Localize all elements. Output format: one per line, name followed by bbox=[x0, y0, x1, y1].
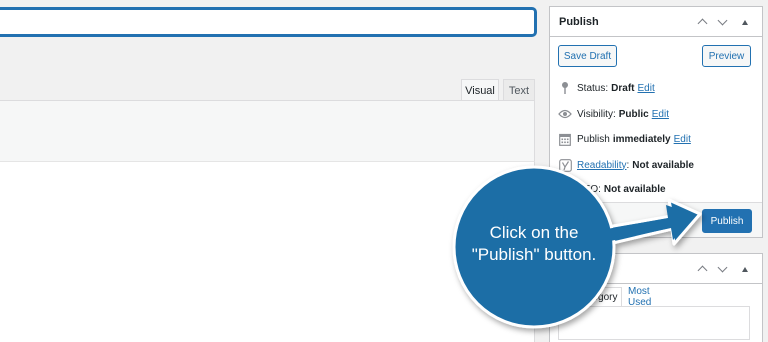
publish-box: Publish Save Draft Preview Status: Draft… bbox=[549, 6, 763, 238]
readability-colon: : bbox=[626, 159, 630, 171]
caret-up-icon[interactable] bbox=[737, 14, 753, 30]
readability-link[interactable]: Readability bbox=[577, 160, 626, 171]
category-checklist[interactable] bbox=[558, 306, 750, 340]
visibility-label: Visibility: bbox=[577, 108, 616, 120]
save-draft-label: Save Draft bbox=[563, 50, 612, 62]
categories-box: All Category Most Used bbox=[549, 253, 763, 342]
callout-text: Click on the "Publish" button. bbox=[456, 222, 612, 266]
chevron-down-icon[interactable] bbox=[714, 261, 730, 277]
eye-icon bbox=[558, 107, 572, 121]
chevron-up-icon[interactable] bbox=[694, 14, 710, 30]
publish-time-row: Publish immediately Edit bbox=[558, 132, 691, 146]
callout-line-1: Click on the bbox=[489, 223, 579, 242]
post-title-input[interactable] bbox=[0, 8, 536, 36]
edit-publish-time-link[interactable]: Edit bbox=[674, 134, 691, 145]
tab-text-label: Text bbox=[508, 84, 530, 97]
readability-value: Not available bbox=[632, 159, 694, 171]
publish-button-label: Publish bbox=[710, 215, 744, 227]
status-row: Status: Draft Edit bbox=[558, 81, 655, 95]
publish-button[interactable]: Publish bbox=[702, 209, 752, 233]
seo-value: Not available bbox=[603, 183, 666, 195]
publish-box-title: Publish bbox=[559, 15, 599, 28]
tab-most-used-label: Most Used bbox=[628, 286, 652, 308]
save-draft-button[interactable]: Save Draft bbox=[558, 45, 617, 67]
callout-line-2: "Publish" button. bbox=[471, 245, 597, 264]
caret-up-icon[interactable] bbox=[737, 261, 753, 277]
chevron-down-icon[interactable] bbox=[714, 14, 730, 30]
calendar-icon bbox=[558, 132, 572, 146]
editor-toolbar bbox=[0, 100, 535, 162]
post-content-editor[interactable] bbox=[0, 161, 535, 342]
chevron-up-icon[interactable] bbox=[694, 261, 710, 277]
preview-button[interactable]: Preview bbox=[702, 45, 751, 67]
publish-time-value: immediately bbox=[612, 133, 671, 145]
visibility-row: Visibility: Public Edit bbox=[558, 107, 669, 121]
tab-text[interactable]: Text bbox=[503, 79, 535, 101]
tab-all-categories-label: All Category bbox=[563, 292, 618, 303]
seo-row: SEO: Not available bbox=[558, 182, 666, 196]
yoast-icon bbox=[558, 158, 572, 172]
seo-label: SEO: bbox=[577, 183, 601, 195]
pin-icon bbox=[558, 81, 572, 95]
tab-most-used[interactable]: Most Used bbox=[628, 286, 652, 308]
tab-visual[interactable]: Visual bbox=[461, 79, 499, 101]
publish-time-label: Publish bbox=[577, 133, 610, 145]
editor-screen: Visual Text Publish Save Draft Preview S… bbox=[0, 0, 768, 342]
status-label: Status: bbox=[577, 82, 609, 94]
status-value: Draft bbox=[611, 82, 635, 94]
edit-status-link[interactable]: Edit bbox=[637, 83, 654, 94]
visibility-value: Public bbox=[618, 108, 649, 120]
readability-row: Readability: Not available bbox=[558, 158, 694, 172]
tab-all-categories[interactable]: All Category bbox=[558, 287, 622, 307]
seo-icon bbox=[558, 182, 572, 196]
publish-box-header: Publish bbox=[550, 7, 762, 37]
tab-visual-label: Visual bbox=[465, 84, 495, 97]
preview-label: Preview bbox=[708, 50, 745, 62]
edit-visibility-link[interactable]: Edit bbox=[652, 109, 669, 120]
